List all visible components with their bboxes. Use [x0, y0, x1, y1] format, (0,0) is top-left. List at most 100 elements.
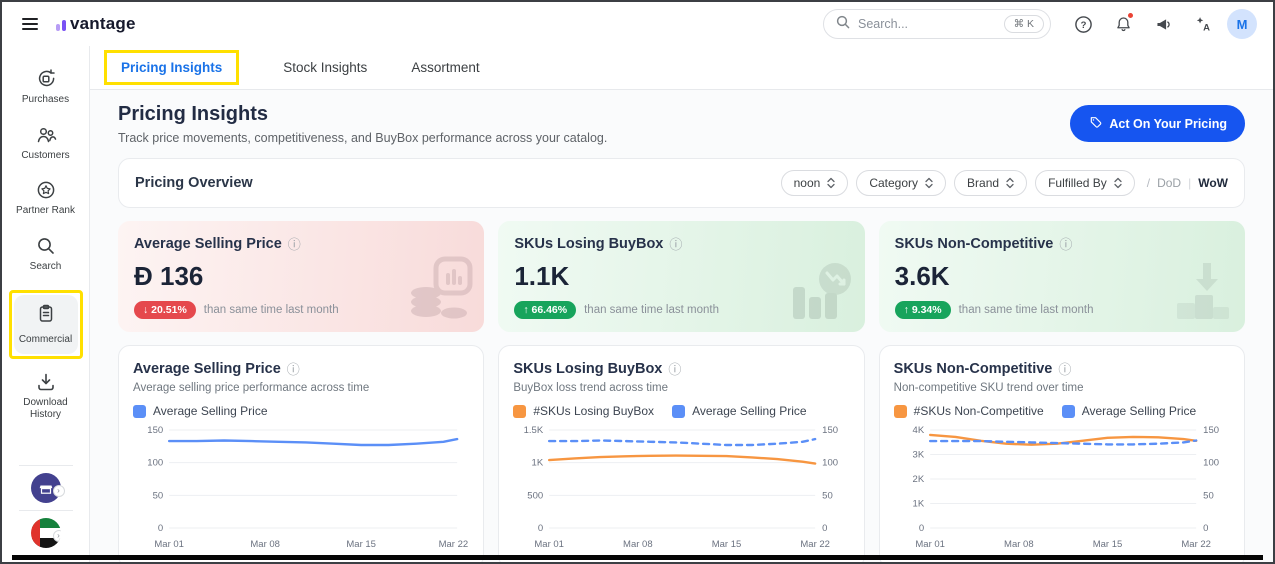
tab-stock-insights[interactable]: Stock Insights	[283, 60, 367, 75]
topbar: vantage ⌘ K ? A M	[2, 2, 1273, 46]
info-icon[interactable]: ⓘ	[669, 234, 682, 253]
info-icon[interactable]: ⓘ	[1058, 359, 1071, 378]
chart-legend: Average Selling Price	[133, 404, 469, 418]
page-title: Pricing Insights	[118, 103, 607, 126]
chevron-updown-icon	[1006, 177, 1014, 189]
legend-swatch	[672, 405, 685, 418]
bars-trend-down-icon	[789, 257, 855, 328]
svg-text:?: ?	[1080, 19, 1086, 30]
svg-text:0: 0	[1203, 523, 1208, 534]
kpi-delta-badge: ↓ 20.51%	[134, 301, 196, 319]
svg-text:Mar 01: Mar 01	[535, 539, 565, 550]
brand-dropdown-label: Brand	[967, 176, 999, 190]
marketplace-dropdown-label: noon	[794, 176, 821, 190]
marketplace-dropdown[interactable]: noon	[781, 170, 849, 196]
tag-icon	[1088, 115, 1102, 132]
user-avatar[interactable]: M	[1227, 9, 1257, 39]
line-chart[interactable]: 4K3K2K1K0150100500Mar 01Mar 08Mar 15Mar …	[894, 420, 1230, 561]
dod-toggle[interactable]: DoD	[1157, 176, 1181, 190]
tab-pricing-insights[interactable]: Pricing Insights	[121, 60, 222, 75]
chart-title: SKUs Non-Competitive	[894, 361, 1053, 377]
topbar-actions: ⌘ K ? A M	[823, 8, 1257, 40]
page-content: Pricing Insights Track price movements, …	[90, 90, 1273, 562]
svg-text:150: 150	[822, 425, 838, 436]
svg-text:Mar 01: Mar 01	[915, 539, 945, 550]
info-icon[interactable]: ⓘ	[288, 234, 301, 253]
customers-icon	[35, 124, 57, 146]
partner-rank-icon	[35, 179, 57, 201]
sidebar-label: Commercial	[19, 334, 72, 347]
chart-subtitle: BuyBox loss trend across time	[513, 382, 849, 394]
help-icon[interactable]: ?	[1067, 8, 1099, 40]
chart-card-skus-non-competitive: SKUs Non-Competitiveⓘ Non-competitive SK…	[879, 345, 1245, 562]
kpi-caption: than same time last month	[204, 304, 339, 316]
svg-text:4K: 4K	[912, 425, 924, 436]
chevron-updown-icon	[925, 177, 933, 189]
sidebar: Purchases Customers Partner Rank Search	[2, 46, 90, 562]
tabs-bar: Pricing Insights Stock Insights Assortme…	[90, 46, 1273, 90]
main-content: Pricing Insights Stock Insights Assortme…	[90, 46, 1273, 562]
sidebar-divider	[19, 510, 73, 511]
act-on-pricing-button[interactable]: Act On Your Pricing	[1070, 105, 1245, 142]
svg-text:50: 50	[822, 490, 833, 501]
svg-text:Mar 15: Mar 15	[712, 539, 742, 550]
svg-text:500: 500	[528, 490, 544, 501]
app-logo[interactable]: vantage	[56, 14, 136, 34]
arrow-down-podium-icon	[1171, 257, 1235, 328]
kpi-delta-badge: ↑ 66.46%	[514, 301, 576, 319]
sidebar-item-commercial[interactable]: Commercial	[14, 295, 78, 354]
legend-label: Average Selling Price	[153, 404, 268, 418]
coins-chart-icon	[404, 255, 474, 328]
sidebar-item-search[interactable]: Search	[8, 235, 84, 274]
svg-text:0: 0	[919, 523, 924, 534]
kpi-card-skus-non-competitive: SKUs Non-Competitiveⓘ 3.6K ↑ 9.34% than …	[879, 221, 1245, 332]
legend-swatch	[133, 405, 146, 418]
sidebar-item-partner-rank[interactable]: Partner Rank	[8, 179, 84, 218]
svg-text:100: 100	[822, 458, 838, 469]
chart-legend: #SKUs Non-Competitive Average Selling Pr…	[894, 404, 1230, 418]
line-chart[interactable]: 150100500Mar 01Mar 08Mar 15Mar 22	[133, 420, 469, 561]
fulfilled-by-dropdown[interactable]: Fulfilled By	[1035, 170, 1135, 196]
separator: |	[1188, 176, 1191, 190]
commercial-icon	[35, 303, 57, 330]
info-icon[interactable]: ⓘ	[1059, 234, 1072, 253]
search-box[interactable]: ⌘ K	[823, 9, 1051, 39]
svg-text:50: 50	[1203, 490, 1214, 501]
wow-toggle[interactable]: WoW	[1198, 176, 1228, 190]
svg-text:1K: 1K	[912, 499, 924, 510]
chart-title: Average Selling Price	[133, 361, 281, 377]
country-flag-avatar[interactable]: ›	[31, 518, 61, 548]
pricing-overview-bar: Pricing Overview noon Category Brand	[118, 158, 1245, 208]
search-shortcut-badge: ⌘ K	[1004, 15, 1044, 33]
sidebar-item-download-history[interactable]: Download History	[8, 371, 84, 422]
sidebar-item-customers[interactable]: Customers	[8, 124, 84, 163]
translate-icon[interactable]: A	[1187, 8, 1219, 40]
line-chart[interactable]: 1.5K1K5000150100500Mar 01Mar 08Mar 15Mar…	[513, 420, 849, 561]
svg-text:0: 0	[822, 523, 827, 534]
sidebar-label: Download History	[8, 397, 84, 422]
svg-text:Mar 15: Mar 15	[1092, 539, 1122, 550]
store-avatar[interactable]: ›	[31, 473, 61, 503]
info-icon[interactable]: ⓘ	[668, 359, 681, 378]
tab-assortment[interactable]: Assortment	[411, 60, 479, 75]
menu-icon[interactable]	[18, 14, 42, 34]
svg-text:Mar 22: Mar 22	[1181, 539, 1211, 550]
annotation-box-commercial: Commercial	[9, 290, 83, 359]
svg-text:Mar 08: Mar 08	[623, 539, 653, 550]
svg-text:100: 100	[1203, 458, 1219, 469]
legend-label: Average Selling Price	[692, 404, 807, 418]
category-dropdown[interactable]: Category	[856, 170, 946, 196]
chevron-badge-icon: ›	[53, 485, 65, 497]
svg-text:A: A	[1203, 22, 1210, 33]
sidebar-item-purchases[interactable]: Purchases	[8, 68, 84, 107]
act-on-pricing-label: Act On Your Pricing	[1109, 117, 1227, 131]
notifications-icon[interactable]	[1107, 8, 1139, 40]
svg-text:Mar 22: Mar 22	[801, 539, 831, 550]
svg-text:150: 150	[1203, 425, 1219, 436]
info-icon[interactable]: ⓘ	[287, 359, 300, 378]
chart-card-average-selling-price: Average Selling Priceⓘ Average selling p…	[118, 345, 484, 562]
search-input[interactable]	[858, 17, 996, 31]
brand-dropdown[interactable]: Brand	[954, 170, 1027, 196]
announcements-icon[interactable]	[1147, 8, 1179, 40]
svg-text:Mar 15: Mar 15	[346, 539, 376, 550]
